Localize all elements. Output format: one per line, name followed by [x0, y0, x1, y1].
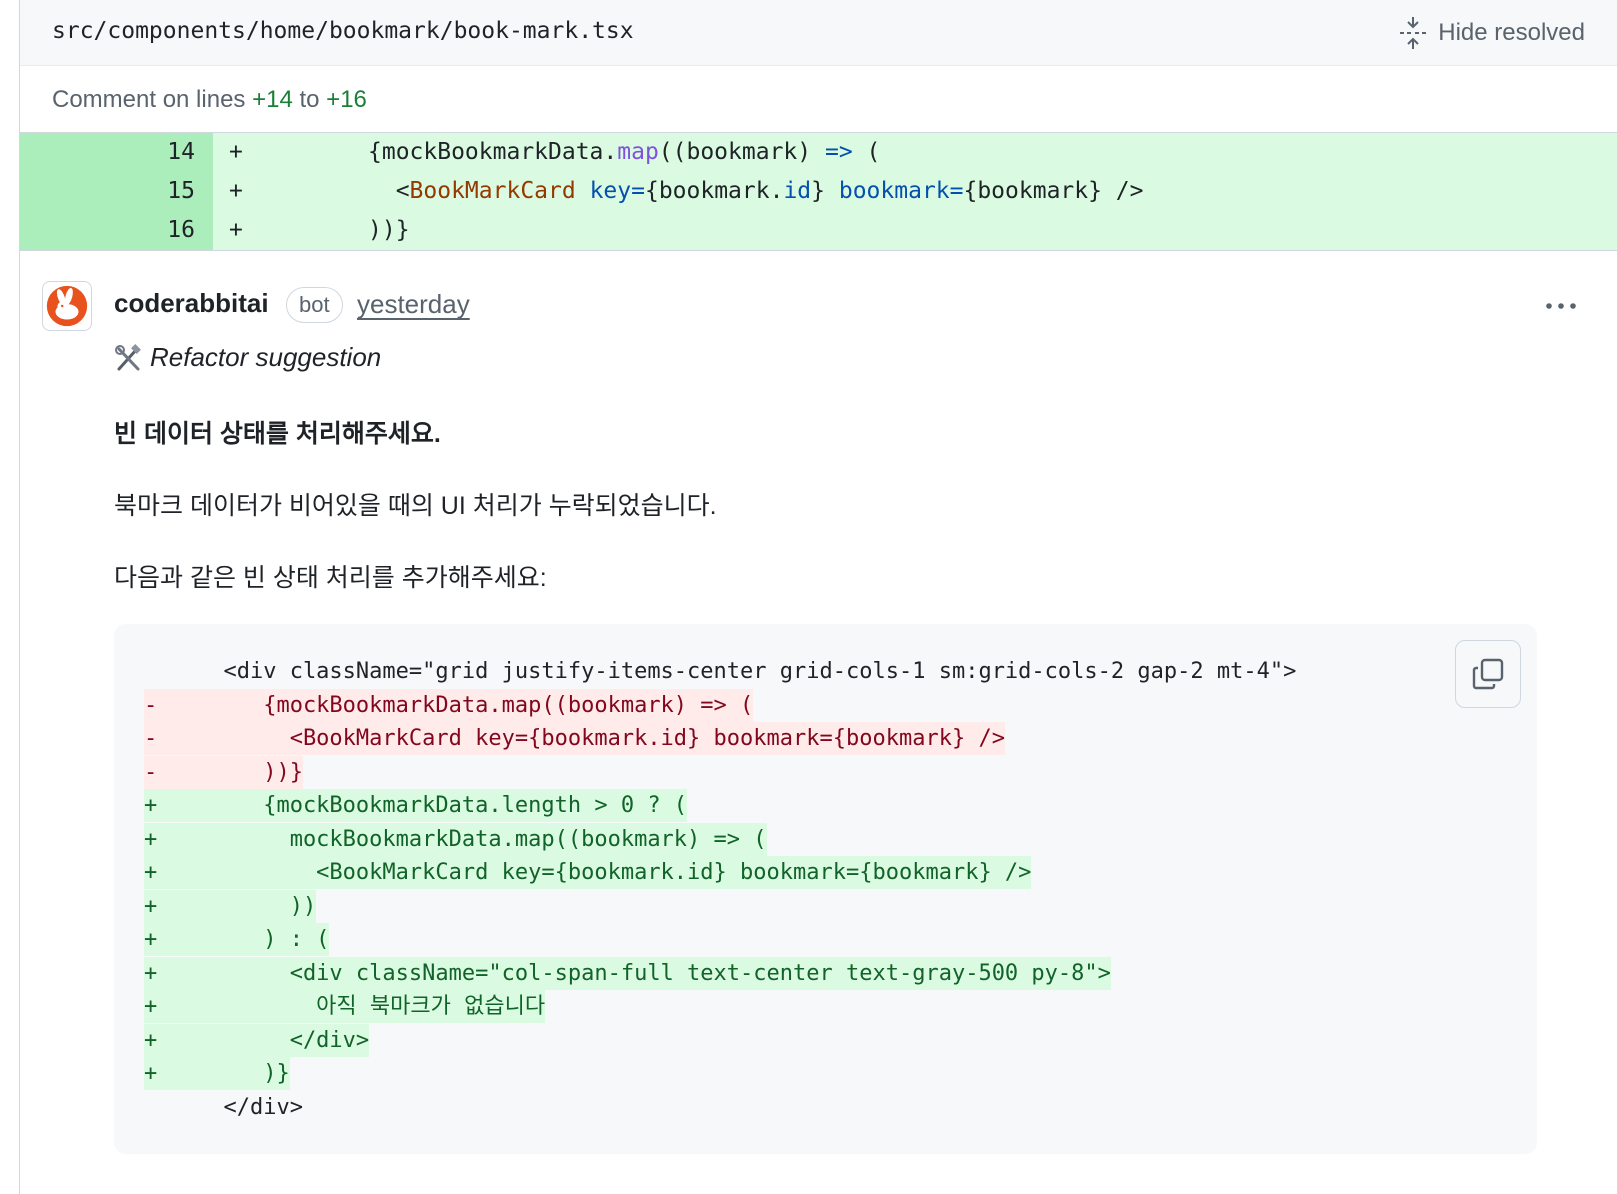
code-line-added: + )}: [144, 1057, 290, 1090]
hide-resolved-label: Hide resolved: [1438, 19, 1585, 46]
diff-sign: +: [229, 139, 243, 165]
comment-range-middle: to: [299, 86, 320, 113]
code-line-deleted: - {mockBookmarkData.map((bookmark) => (: [144, 689, 754, 722]
file-header: src/components/home/bookmark/book-mark.t…: [20, 0, 1617, 66]
more-options-icon[interactable]: [1541, 292, 1581, 320]
comment-paragraph: 북마크 데이터가 비어있을 때의 UI 처리가 누락되었습니다.: [114, 492, 717, 520]
comment-range-end: +16: [326, 86, 367, 113]
refactor-label-row: Refactor suggestion: [114, 342, 381, 373]
refactor-label: Refactor suggestion: [150, 342, 382, 372]
diff-code: {mockBookmarkData.map((bookmark) => (: [368, 139, 881, 165]
bot-badge: bot: [286, 287, 343, 323]
comment-author[interactable]: coderabbitai: [114, 288, 269, 319]
diff-code: ))}: [368, 217, 410, 243]
avatar[interactable]: [42, 281, 92, 331]
code-line-added: + ) : (: [144, 923, 330, 956]
copy-button[interactable]: [1455, 640, 1521, 708]
line-number[interactable]: 14: [20, 133, 213, 172]
comment-paragraph: 다음과 같은 빈 상태 처리를 추가해주세요:: [114, 564, 547, 592]
diff-hunk: 14 + {mockBookmarkData.map((bookmark) =>…: [20, 132, 1617, 251]
file-path[interactable]: src/components/home/bookmark/book-mark.t…: [52, 18, 634, 44]
comment-range-prefix: Comment on lines: [52, 86, 246, 113]
code-line-added: + <BookMarkCard key={bookmark.id} bookma…: [144, 856, 1032, 889]
code-line: </div>: [144, 1095, 303, 1120]
comment-range-start: +14: [252, 86, 293, 113]
rabbit-icon: [46, 285, 88, 327]
diff-sign: +: [229, 178, 243, 204]
code-line-added: + <div className="col-span-full text-cen…: [144, 957, 1111, 990]
comment-heading: 빈 데이터 상태를 처리해주세요.: [114, 420, 441, 448]
copy-icon: [1472, 658, 1504, 690]
comment-timestamp[interactable]: yesterday: [357, 289, 470, 320]
diff-code: <BookMarkCard key={bookmark.id} bookmark…: [368, 178, 1144, 204]
line-number[interactable]: 16: [20, 211, 213, 250]
review-thread-panel: src/components/home/bookmark/book-mark.t…: [19, 0, 1618, 1194]
code-suggestion-block: <div className="grid justify-items-cente…: [114, 624, 1537, 1154]
comment-range-label: Comment on lines +14 to +16: [52, 86, 367, 114]
code-line-added: + )): [144, 890, 317, 923]
fold-icon: [1400, 17, 1427, 49]
code-line-added: + mockBookmarkData.map((bookmark) => (: [144, 823, 767, 856]
diff-line: 14 + {mockBookmarkData.map((bookmark) =>…: [20, 133, 1617, 172]
code-line-deleted: - <BookMarkCard key={bookmark.id} bookma…: [144, 722, 1005, 755]
hide-resolved-button[interactable]: Hide resolved: [1398, 16, 1585, 50]
tools-icon: [115, 343, 141, 370]
diff-line: 16 + ))}: [20, 211, 1617, 250]
code-line-added: + {mockBookmarkData.length > 0 ? (: [144, 789, 688, 822]
diff-sign: +: [229, 217, 243, 243]
line-number[interactable]: 15: [20, 172, 213, 211]
diff-line: 15 + <BookMarkCard key={bookmark.id} boo…: [20, 172, 1617, 211]
code-line-added: + </div>: [144, 1024, 370, 1057]
code-line-deleted: - ))}: [144, 756, 303, 789]
code-line: <div className="grid justify-items-cente…: [144, 659, 1297, 684]
code-line-added: + 아직 북마크가 없습니다: [144, 990, 546, 1023]
